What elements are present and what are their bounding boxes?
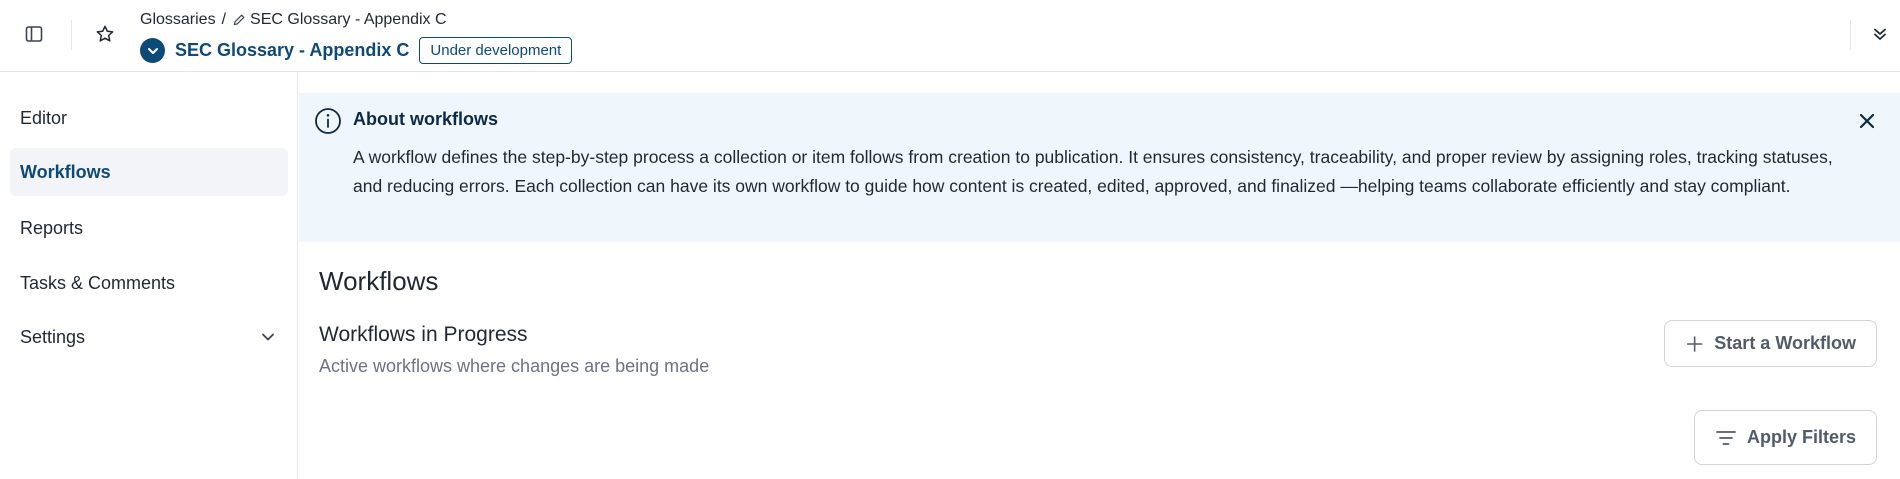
sidebar-item-settings[interactable]: Settings xyxy=(10,313,288,361)
chevron-down-icon xyxy=(258,327,278,347)
title-menu-button[interactable] xyxy=(140,38,165,63)
favorite-button[interactable] xyxy=(87,16,123,52)
section-subtitle: Active workflows where changes are being… xyxy=(319,356,710,376)
page-title: Workflows xyxy=(319,266,439,296)
close-icon xyxy=(1859,113,1875,129)
collapse-header-button[interactable] xyxy=(1862,16,1898,52)
star-icon xyxy=(96,25,114,42)
divider xyxy=(1850,20,1851,50)
double-chevron-down-icon xyxy=(1874,28,1886,40)
chevron-down-circle-icon xyxy=(147,47,158,54)
title-row: SEC Glossary - Appendix C Under developm… xyxy=(140,37,573,64)
banner-body: A workflow defines the step-by-step proc… xyxy=(353,147,1833,196)
apply-filters-button[interactable]: Apply Filters xyxy=(1694,410,1877,465)
sidebar: Editor Workflows Reports Tasks & Comment… xyxy=(0,73,298,479)
section-title: Workflows in Progress xyxy=(319,323,528,346)
top-bar: Glossaries / SEC Glossary - Appendix C S… xyxy=(0,0,1900,72)
sidebar-item-label: Tasks & Comments xyxy=(20,272,176,293)
breadcrumb: Glossaries / SEC Glossary - Appendix C xyxy=(140,11,447,29)
breadcrumb-current-label: SEC Glossary - Appendix C xyxy=(250,11,447,28)
divider xyxy=(71,20,72,50)
banner-title: About workflows xyxy=(353,109,498,129)
sidebar-item-label: Reports xyxy=(20,217,84,238)
sidebar-item-label: Workflows xyxy=(20,161,111,182)
sidebar-item-label: Editor xyxy=(20,107,68,128)
info-icon xyxy=(315,108,341,134)
info-banner: About workflows A workflow defines the s… xyxy=(299,93,1900,242)
sidebar-toggle-button[interactable] xyxy=(16,16,52,52)
breadcrumb-separator: / xyxy=(221,11,227,28)
status-badge: Under development xyxy=(419,37,573,64)
start-workflow-label: Start a Workflow xyxy=(1714,333,1856,353)
apply-filters-label: Apply Filters xyxy=(1746,427,1856,447)
page-header-title: SEC Glossary - Appendix C xyxy=(175,40,410,60)
sidebar-item-label: Settings xyxy=(20,326,86,347)
plus-icon xyxy=(1686,335,1703,352)
sidebar-item-tasks-comments[interactable]: Tasks & Comments xyxy=(10,259,288,307)
pencil-icon xyxy=(233,14,245,26)
filter-lines-icon xyxy=(1716,430,1736,445)
start-workflow-button[interactable]: Start a Workflow xyxy=(1664,320,1877,367)
banner-close-button[interactable] xyxy=(1853,107,1881,135)
sidebar-item-workflows[interactable]: Workflows xyxy=(10,148,288,196)
sidebar-item-reports[interactable]: Reports xyxy=(10,204,288,252)
breadcrumb-glossaries-link[interactable]: Glossaries xyxy=(140,11,216,29)
sidebar-item-editor[interactable]: Editor xyxy=(10,94,288,142)
breadcrumb-current: SEC Glossary - Appendix C xyxy=(232,11,447,29)
sidebar-toggle-icon xyxy=(25,26,43,42)
